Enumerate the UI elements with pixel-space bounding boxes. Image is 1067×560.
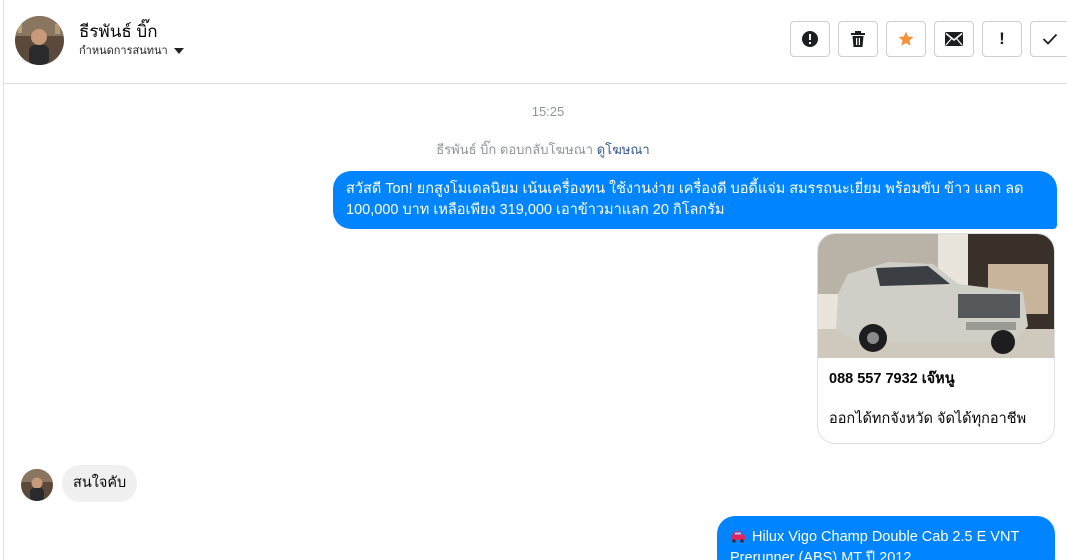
envelope-icon xyxy=(945,32,963,46)
ad-reply-text: ธีรพันธ์ บิ๊ก ตอบกลับโฆษณา xyxy=(436,142,594,157)
incoming-message: สนใจคับ xyxy=(62,465,138,502)
view-ad-link[interactable]: ดูโฆษณา xyxy=(597,142,650,157)
outgoing-message: Hilux Vigo Champ Double Cab 2.5 E VNT Pr… xyxy=(717,516,1055,560)
exclamation-icon: ! xyxy=(999,29,1005,48)
done-button[interactable] xyxy=(1030,21,1067,57)
chevron-down-icon xyxy=(173,47,184,54)
conversation-toolbar: ! xyxy=(790,21,1067,57)
conversation-header: ธีรพันธ์ บิ๊ก กำหนดการสนทนา ! xyxy=(4,0,1067,84)
check-icon xyxy=(1042,33,1058,45)
car-icon xyxy=(731,531,745,543)
star-button[interactable] xyxy=(886,21,926,57)
ad-reply-note: ธีรพันธ์ บิ๊ก ตอบกลับโฆษณา ดูโฆษณา xyxy=(4,139,1067,160)
conversation-panel: ธีรพันธ์ บิ๊ก กำหนดการสนทนา ! 15:25 ธีรพ… xyxy=(3,0,1067,560)
report-button[interactable] xyxy=(790,21,830,57)
outgoing-message-text: Hilux Vigo Champ Double Cab 2.5 E VNT Pr… xyxy=(730,529,1020,560)
conversation-status-label: กำหนดการสนทนา xyxy=(79,45,168,57)
contact-avatar[interactable] xyxy=(15,16,64,65)
alert-circle-icon xyxy=(802,31,818,47)
ad-card-title: 088 557 7932 เจ๊หนู xyxy=(829,371,955,387)
ad-card-subtitle: ออกได้ทกจังหวัด จัดได้ทุกอาชีพ xyxy=(829,411,1027,427)
outgoing-message: สวัสดี Ton! ยกสูงโมเดลนิยม เน้นเครื่องทน… xyxy=(333,171,1057,229)
trash-icon xyxy=(851,31,865,47)
spam-button[interactable]: ! xyxy=(982,21,1022,57)
mark-unread-button[interactable] xyxy=(934,21,974,57)
star-icon xyxy=(898,31,914,46)
contact-avatar-small[interactable] xyxy=(21,469,53,501)
conversation-status-dropdown[interactable]: กำหนดการสนทนา xyxy=(79,41,184,59)
car-photo xyxy=(818,234,1054,358)
ad-card[interactable]: 088 557 7932 เจ๊หนู ออกได้ทกจังหวัด จัดไ… xyxy=(817,233,1055,444)
delete-button[interactable] xyxy=(838,21,878,57)
message-timestamp: 15:25 xyxy=(531,104,565,119)
